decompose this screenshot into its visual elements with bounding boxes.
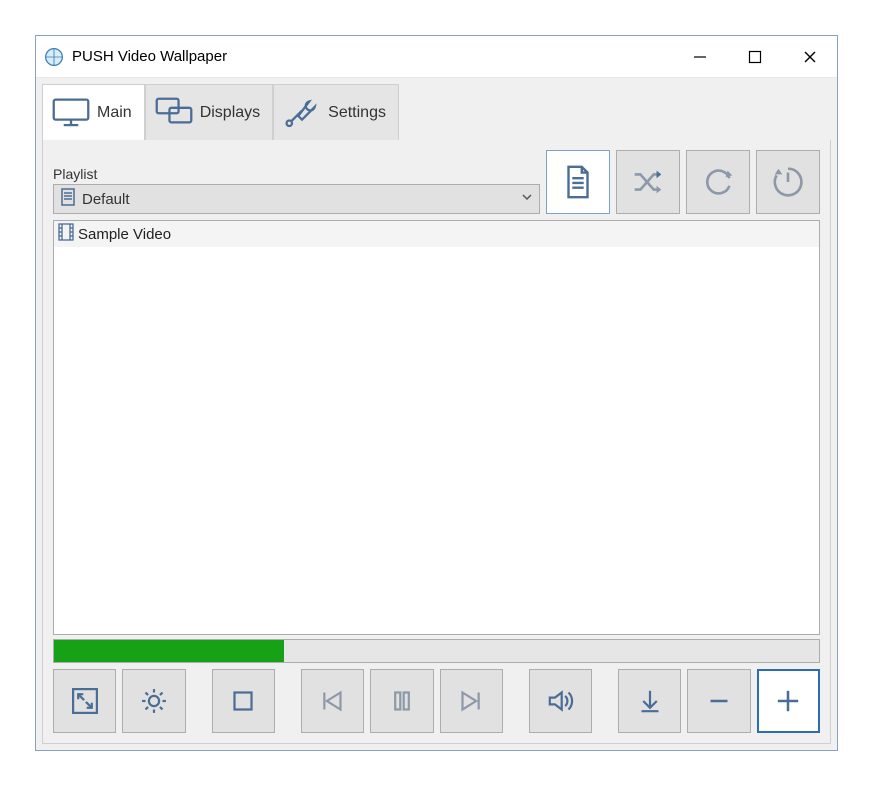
chevron-down-icon: [521, 190, 533, 208]
minimize-button[interactable]: [672, 36, 727, 78]
app-window: PUSH Video Wallpaper Main Dis: [35, 35, 838, 751]
main-panel: Playlist Default: [42, 140, 831, 744]
settings-gear-button[interactable]: [122, 669, 185, 733]
playlist-row: Playlist Default: [53, 150, 820, 214]
document-icon: [60, 188, 76, 211]
monitor-icon: [51, 96, 91, 130]
tabs: Main Displays Settings: [42, 84, 831, 140]
displays-icon: [154, 96, 194, 130]
volume-button[interactable]: [529, 669, 592, 733]
window-title: PUSH Video Wallpaper: [72, 48, 227, 65]
progress-bar[interactable]: [53, 639, 820, 663]
client-area: Main Displays Settings Playlist: [36, 78, 837, 750]
playlist-document-button[interactable]: [546, 150, 610, 214]
tools-icon: [282, 96, 322, 130]
video-list[interactable]: Sample Video: [53, 220, 820, 635]
film-icon: [58, 223, 74, 245]
shuffle-button[interactable]: [616, 150, 680, 214]
app-icon: [44, 47, 64, 67]
playlist-column: Playlist Default: [53, 166, 540, 214]
tab-label: Displays: [200, 104, 260, 122]
playlist-selected-value: Default: [82, 191, 515, 208]
repeat-button[interactable]: [686, 150, 750, 214]
add-button[interactable]: [757, 669, 820, 733]
tab-main[interactable]: Main: [42, 84, 145, 140]
next-button[interactable]: [440, 669, 503, 733]
titlebar: PUSH Video Wallpaper: [36, 36, 837, 78]
controls-row: [53, 669, 820, 733]
download-button[interactable]: [618, 669, 681, 733]
playlist-label: Playlist: [53, 166, 540, 182]
remove-button[interactable]: [687, 669, 750, 733]
tab-settings[interactable]: Settings: [273, 84, 399, 140]
stop-button[interactable]: [212, 669, 275, 733]
list-item-label: Sample Video: [78, 226, 171, 243]
fullscreen-button[interactable]: [53, 669, 116, 733]
close-button[interactable]: [782, 36, 837, 78]
tab-label: Settings: [328, 104, 386, 122]
previous-button[interactable]: [301, 669, 364, 733]
pause-button[interactable]: [370, 669, 433, 733]
playlist-select[interactable]: Default: [53, 184, 540, 214]
progress-fill: [54, 640, 284, 662]
timer-button[interactable]: [756, 150, 820, 214]
tab-displays[interactable]: Displays: [145, 84, 273, 140]
tab-label: Main: [97, 104, 132, 122]
list-item[interactable]: Sample Video: [54, 221, 819, 247]
maximize-button[interactable]: [727, 36, 782, 78]
